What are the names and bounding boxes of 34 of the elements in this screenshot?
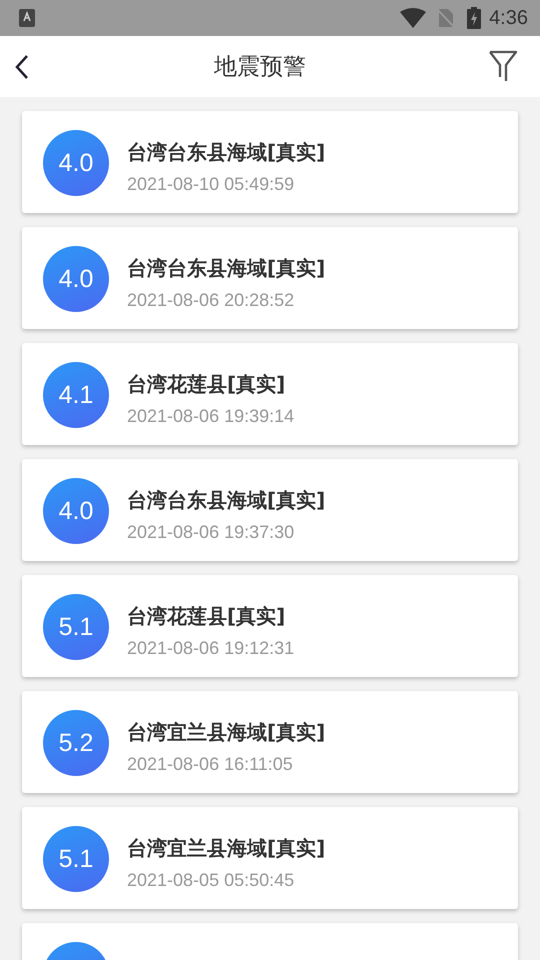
location-title: 台湾宜兰县海域[真实] xyxy=(127,719,326,746)
magnitude-badge: 4.0 xyxy=(43,246,109,312)
quake-card[interactable]: 4.0 台湾台东县海域[真实] 2021-08-06 19:37:30 xyxy=(22,459,518,561)
quake-card[interactable]: 4.0 台湾台东县海域[真实] 2021-08-06 20:28:52 xyxy=(22,227,518,329)
magnitude-badge: 5.2 xyxy=(43,710,109,776)
magnitude-badge: 5.1 xyxy=(43,594,109,660)
location-title: 台湾台东县海域[真实] xyxy=(127,139,326,166)
location-title: 台湾台东县海域[真实] xyxy=(127,255,326,282)
location-title: 台湾台东县海域[真实] xyxy=(127,487,326,514)
page-title: 地震预警 xyxy=(214,53,306,82)
magnitude-badge: 5.1 xyxy=(43,826,109,892)
location-title: 台湾宜兰县海域[真实] xyxy=(127,835,326,862)
event-time: 2021-08-05 05:50:45 xyxy=(127,870,294,891)
battery-charging-icon xyxy=(467,7,482,29)
magnitude-badge: 4.0 xyxy=(43,130,109,196)
event-time: 2021-08-06 19:39:14 xyxy=(127,406,294,427)
location-title: 台湾花莲县[真实] xyxy=(127,603,286,630)
event-time: 2021-08-06 20:28:52 xyxy=(127,290,294,311)
quake-card[interactable]: 5.1 台湾花莲县[真实] 2021-08-06 19:12:31 xyxy=(22,575,518,677)
event-time: 2021-08-10 05:49:59 xyxy=(127,174,294,195)
event-time: 2021-08-06 19:12:31 xyxy=(127,638,294,659)
wifi-icon xyxy=(400,8,426,28)
quake-card[interactable]: 5.2 台湾宜兰县海域[真实] 2021-08-06 16:11:05 xyxy=(22,691,518,793)
event-time: 2021-08-06 19:37:30 xyxy=(127,522,294,543)
location-title: 台湾花莲县[真实] xyxy=(127,371,286,398)
quake-card[interactable]: 4.0 台湾台东县海域[真实] 2021-08-10 05:49:59 xyxy=(22,111,518,213)
quake-card[interactable]: 4.1 台湾花莲县[真实] 2021-08-06 19:39:14 xyxy=(22,343,518,445)
magnitude-badge: 4.1 xyxy=(43,362,109,428)
magnitude-badge: 4.0 xyxy=(43,478,109,544)
quake-card[interactable]: 5.1 台湾宜兰县海域[真实] 2021-08-05 05:50:45 xyxy=(22,807,518,909)
status-time: 4:36 xyxy=(489,6,528,30)
no-sim-icon xyxy=(436,8,456,28)
keyboard-icon xyxy=(19,9,35,27)
event-time: 2021-08-06 16:11:05 xyxy=(127,754,293,775)
